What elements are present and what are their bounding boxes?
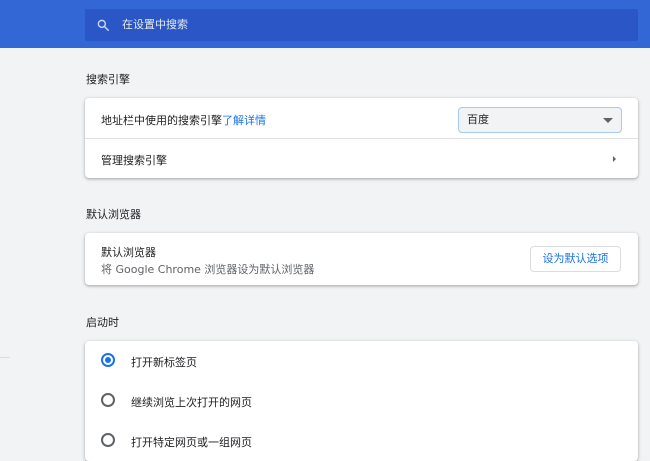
make-default-button[interactable]: 设为默认选项 (530, 246, 621, 272)
default-browser-description: 将 Google Chrome 浏览器设为默认浏览器 (101, 263, 315, 276)
default-browser-card: 默认浏览器 将 Google Chrome 浏览器设为默认浏览器 设为默认选项 (85, 233, 638, 285)
search-engine-select[interactable]: 百度 (458, 107, 622, 133)
learn-more-link[interactable]: 了解详情 (222, 114, 266, 127)
search-input[interactable]: 在设置中搜索 (122, 9, 188, 41)
startup-option-continue[interactable]: 继续浏览上次打开的网页 (85, 381, 638, 421)
search-engine-selected-value: 百度 (467, 113, 489, 126)
radio-button[interactable] (101, 393, 115, 407)
chevron-right-icon (613, 156, 616, 162)
search-icon (97, 19, 109, 31)
chevron-down-icon (603, 118, 613, 123)
startup-option-new-tab[interactable]: 打开新标签页 (85, 341, 638, 381)
manage-search-engines-label: 管理搜索引擎 (101, 154, 167, 167)
settings-header: 在设置中搜索 (0, 0, 650, 48)
manage-search-engines-row[interactable]: 管理搜索引擎 (85, 139, 638, 178)
startup-option-label: 打开新标签页 (131, 356, 197, 369)
sidebar-divider (0, 357, 10, 358)
search-box[interactable]: 在设置中搜索 (85, 9, 638, 41)
section-title-default-browser: 默认浏览器 (86, 208, 141, 221)
address-bar-engine-text: 地址栏中使用的搜索引擎 (101, 114, 222, 127)
default-browser-label: 默认浏览器 (101, 246, 156, 259)
section-title-search-engine: 搜索引擎 (86, 73, 130, 86)
search-engine-card: 地址栏中使用的搜索引擎了解详情 百度 管理搜索引擎 (85, 98, 638, 178)
startup-option-label: 继续浏览上次打开的网页 (131, 396, 252, 409)
startup-card: 打开新标签页 继续浏览上次打开的网页 打开特定网页或一组网页 (85, 341, 638, 461)
section-title-startup: 启动时 (86, 316, 119, 329)
radio-button[interactable] (101, 433, 115, 447)
startup-option-specific-pages[interactable]: 打开特定网页或一组网页 (85, 421, 638, 461)
address-bar-engine-label: 地址栏中使用的搜索引擎了解详情 (101, 112, 266, 128)
address-bar-engine-row: 地址栏中使用的搜索引擎了解详情 百度 (85, 98, 638, 138)
radio-button-checked[interactable] (101, 353, 115, 367)
